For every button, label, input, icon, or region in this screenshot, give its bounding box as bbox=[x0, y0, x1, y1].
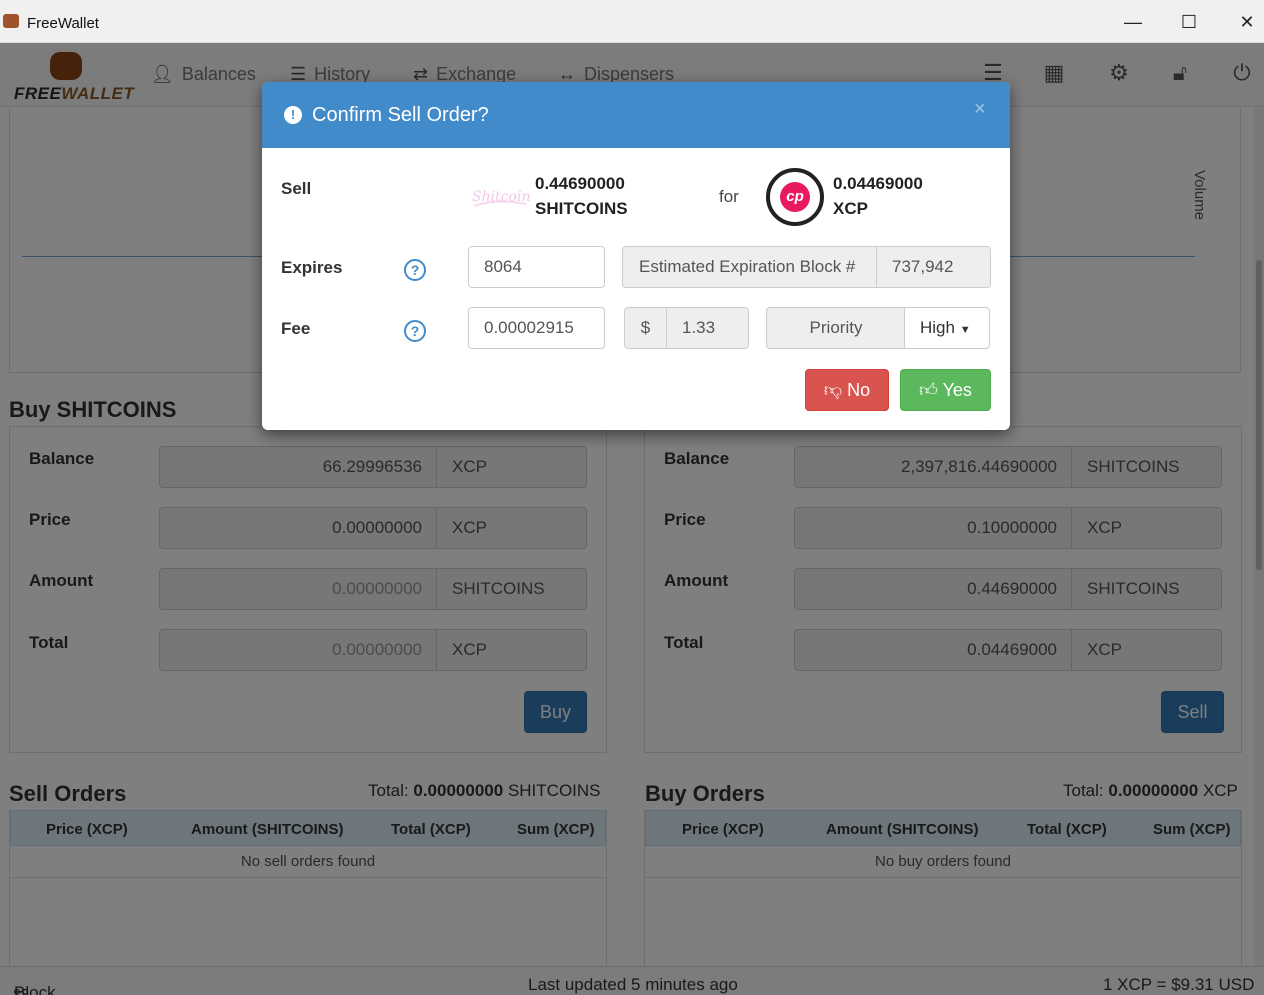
exclamation-circle-icon: ! bbox=[284, 106, 302, 124]
maximize-button[interactable]: ☐ bbox=[1166, 6, 1212, 38]
xcp-asset-icon: cp bbox=[766, 168, 824, 226]
sell-label: Sell bbox=[281, 179, 312, 198]
window-title: FreeWallet bbox=[27, 15, 99, 32]
thumbs-down-icon: 👎︎ bbox=[823, 380, 848, 400]
receive-amount: 0.04469000 bbox=[833, 174, 923, 193]
yes-button[interactable]: 👍︎ Yes bbox=[900, 369, 991, 411]
priority-select[interactable]: High ▼ bbox=[904, 307, 990, 349]
close-window-button[interactable]: ✕ bbox=[1224, 6, 1264, 38]
app-icon bbox=[3, 14, 19, 28]
confirm-sell-dialog: ! Confirm Sell Order? × Sell Shitcoin 0.… bbox=[262, 82, 1010, 430]
estimated-block-value: 737,942 bbox=[876, 246, 991, 288]
expires-label: Expires bbox=[281, 258, 343, 277]
minimize-button[interactable]: — bbox=[1110, 6, 1156, 38]
dialog-title: Confirm Sell Order? bbox=[312, 104, 489, 126]
sell-asset: SHITCOINS bbox=[535, 199, 628, 218]
dialog-header: ! Confirm Sell Order? × bbox=[262, 82, 1010, 148]
no-button[interactable]: 👎︎ No bbox=[805, 369, 889, 411]
help-icon[interactable]: ? bbox=[404, 259, 426, 281]
fee-usd-value: 1.33 bbox=[666, 307, 749, 349]
expires-input[interactable]: 8064 bbox=[468, 246, 605, 288]
thumbs-up-icon: 👍︎ bbox=[919, 380, 943, 400]
usd-symbol: $ bbox=[624, 307, 667, 349]
fee-label: Fee bbox=[281, 319, 311, 338]
dialog-close-button[interactable]: × bbox=[974, 98, 986, 121]
caret-down-icon: ▼ bbox=[959, 324, 971, 336]
for-text: for bbox=[719, 187, 739, 206]
priority-label: Priority bbox=[766, 307, 906, 349]
estimated-block-label: Estimated Expiration Block # bbox=[622, 246, 877, 288]
window-titlebar: FreeWallet — ☐ ✕ bbox=[0, 0, 1264, 43]
sell-amount: 0.44690000 bbox=[535, 174, 625, 193]
shitcoins-asset-icon: Shitcoin bbox=[468, 174, 530, 216]
help-icon[interactable]: ? bbox=[404, 320, 426, 342]
receive-asset: XCP bbox=[833, 199, 868, 218]
fee-input[interactable]: 0.00002915 bbox=[468, 307, 605, 349]
